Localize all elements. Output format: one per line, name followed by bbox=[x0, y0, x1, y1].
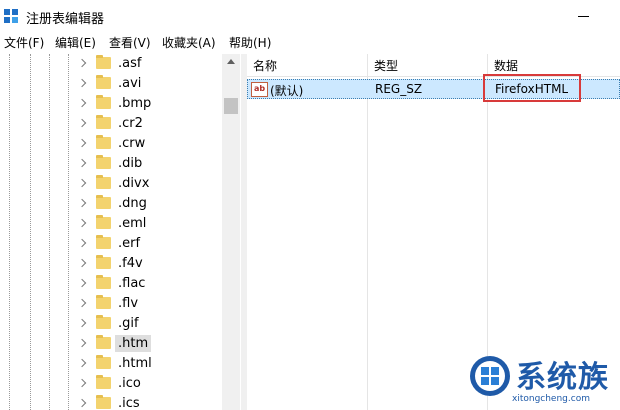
column-separator[interactable] bbox=[367, 54, 368, 410]
menu-file[interactable]: 文件(F) bbox=[3, 34, 45, 51]
scroll-thumb[interactable] bbox=[224, 98, 238, 114]
tree-item-label: .flv bbox=[118, 296, 139, 311]
column-header-type[interactable]: 类型 bbox=[374, 57, 398, 74]
tree-item[interactable]: .asf bbox=[0, 54, 222, 74]
chevron-right-icon[interactable] bbox=[77, 378, 87, 388]
tree-item[interactable]: .erf bbox=[0, 234, 222, 254]
tree-item-label: .f4v bbox=[118, 256, 143, 271]
menu-edit[interactable]: 编辑(E) bbox=[54, 34, 97, 51]
column-header-name[interactable]: 名称 bbox=[253, 57, 277, 74]
tree-item[interactable]: .ico bbox=[0, 374, 222, 394]
tree-item-label: .flac bbox=[118, 276, 146, 291]
watermark-text: 系统族 bbox=[516, 360, 609, 395]
site-watermark: 系统族 xitongcheng.com bbox=[464, 350, 620, 410]
chevron-right-icon[interactable] bbox=[77, 258, 87, 268]
menu-bar: 文件(F) 编辑(E) 查看(V) 收藏夹(A) 帮助(H) bbox=[0, 32, 620, 52]
folder-icon bbox=[96, 355, 111, 369]
folder-icon bbox=[96, 95, 111, 109]
folder-icon bbox=[96, 175, 111, 189]
folder-icon bbox=[96, 215, 111, 229]
tree-item[interactable]: .dng bbox=[0, 194, 222, 214]
tree-item-label: .html bbox=[118, 356, 152, 371]
tree-item-label: .dib bbox=[118, 156, 143, 171]
annotation-highlight-box bbox=[483, 74, 581, 102]
tree-item-label: .ics bbox=[118, 396, 140, 410]
tree-item[interactable]: .eml bbox=[0, 214, 222, 234]
value-type: REG_SZ bbox=[375, 82, 423, 96]
folder-icon bbox=[96, 295, 111, 309]
chevron-right-icon[interactable] bbox=[77, 98, 87, 108]
chevron-right-icon[interactable] bbox=[77, 218, 87, 228]
tree-item[interactable]: .crw bbox=[0, 134, 222, 154]
folder-icon bbox=[96, 75, 111, 89]
tree-item[interactable]: .cr2 bbox=[0, 114, 222, 134]
menu-favorites[interactable]: 收藏夹(A) bbox=[161, 34, 217, 51]
tree-item[interactable]: .avi bbox=[0, 74, 222, 94]
tree-item-label: .eml bbox=[118, 216, 147, 231]
chevron-right-icon[interactable] bbox=[77, 298, 87, 308]
tree-item-label: .erf bbox=[118, 236, 141, 251]
tree-item-label: .bmp bbox=[118, 96, 152, 111]
tree-item-label: .avi bbox=[118, 76, 142, 91]
chevron-right-icon[interactable] bbox=[77, 278, 87, 288]
chevron-right-icon[interactable] bbox=[77, 178, 87, 188]
chevron-right-icon[interactable] bbox=[77, 138, 87, 148]
tree-item-label: .asf bbox=[118, 56, 142, 71]
chevron-right-icon[interactable] bbox=[77, 318, 87, 328]
folder-icon bbox=[96, 315, 111, 329]
registry-editor-icon bbox=[4, 9, 18, 23]
tree-item[interactable]: .divx bbox=[0, 174, 222, 194]
tree-item[interactable]: .html bbox=[0, 354, 222, 374]
chevron-right-icon[interactable] bbox=[77, 158, 87, 168]
folder-icon bbox=[96, 115, 111, 129]
tree-scrollbar[interactable] bbox=[222, 54, 240, 410]
folder-icon bbox=[96, 375, 111, 389]
tree-item-label: .gif bbox=[118, 316, 139, 331]
tree-item[interactable]: .f4v bbox=[0, 254, 222, 274]
tree-item[interactable]: .htm bbox=[0, 334, 222, 354]
watermark-logo-icon bbox=[470, 356, 510, 396]
key-tree[interactable]: .asf .avi .bmp .cr2 .crw .dib .divx .dng .eml .er… bbox=[0, 54, 241, 410]
chevron-right-icon[interactable] bbox=[77, 338, 87, 348]
tree-item-label: .htm bbox=[115, 335, 152, 352]
minimize-button[interactable] bbox=[572, 8, 596, 24]
tree-item[interactable]: .flv bbox=[0, 294, 222, 314]
chevron-right-icon[interactable] bbox=[77, 118, 87, 128]
folder-icon bbox=[96, 275, 111, 289]
chevron-right-icon[interactable] bbox=[77, 198, 87, 208]
tree-item[interactable]: .gif bbox=[0, 314, 222, 334]
folder-icon bbox=[96, 255, 111, 269]
folder-icon bbox=[96, 335, 111, 349]
chevron-right-icon[interactable] bbox=[77, 398, 87, 408]
tree-item-label: .dng bbox=[118, 196, 147, 211]
column-header-data[interactable]: 数据 bbox=[494, 57, 518, 74]
folder-icon bbox=[96, 395, 111, 409]
tree-item[interactable]: .flac bbox=[0, 274, 222, 294]
watermark-url: xitongcheng.com bbox=[512, 394, 590, 404]
value-name: (默认) bbox=[270, 84, 304, 98]
folder-icon bbox=[96, 235, 111, 249]
string-value-icon: ab bbox=[251, 82, 268, 97]
folder-icon bbox=[96, 155, 111, 169]
chevron-right-icon[interactable] bbox=[77, 358, 87, 368]
menu-help[interactable]: 帮助(H) bbox=[228, 34, 272, 51]
tree-item-label: .divx bbox=[118, 176, 150, 191]
menu-view[interactable]: 查看(V) bbox=[108, 34, 152, 51]
chevron-right-icon[interactable] bbox=[77, 78, 87, 88]
folder-icon bbox=[96, 195, 111, 209]
tree-item-label: .cr2 bbox=[118, 116, 143, 131]
tree-item[interactable]: .ics bbox=[0, 394, 222, 410]
scroll-up-icon[interactable] bbox=[227, 59, 235, 64]
window-title: 注册表编辑器 bbox=[26, 12, 105, 27]
tree-item[interactable]: .dib bbox=[0, 154, 222, 174]
folder-icon bbox=[96, 135, 111, 149]
tree-item-label: .ico bbox=[118, 376, 141, 391]
title-bar: 注册表编辑器 bbox=[0, 0, 620, 32]
tree-item-label: .crw bbox=[118, 136, 146, 151]
tree-item[interactable]: .bmp bbox=[0, 94, 222, 114]
folder-icon bbox=[96, 55, 111, 69]
chevron-right-icon[interactable] bbox=[77, 58, 87, 68]
chevron-right-icon[interactable] bbox=[77, 238, 87, 248]
